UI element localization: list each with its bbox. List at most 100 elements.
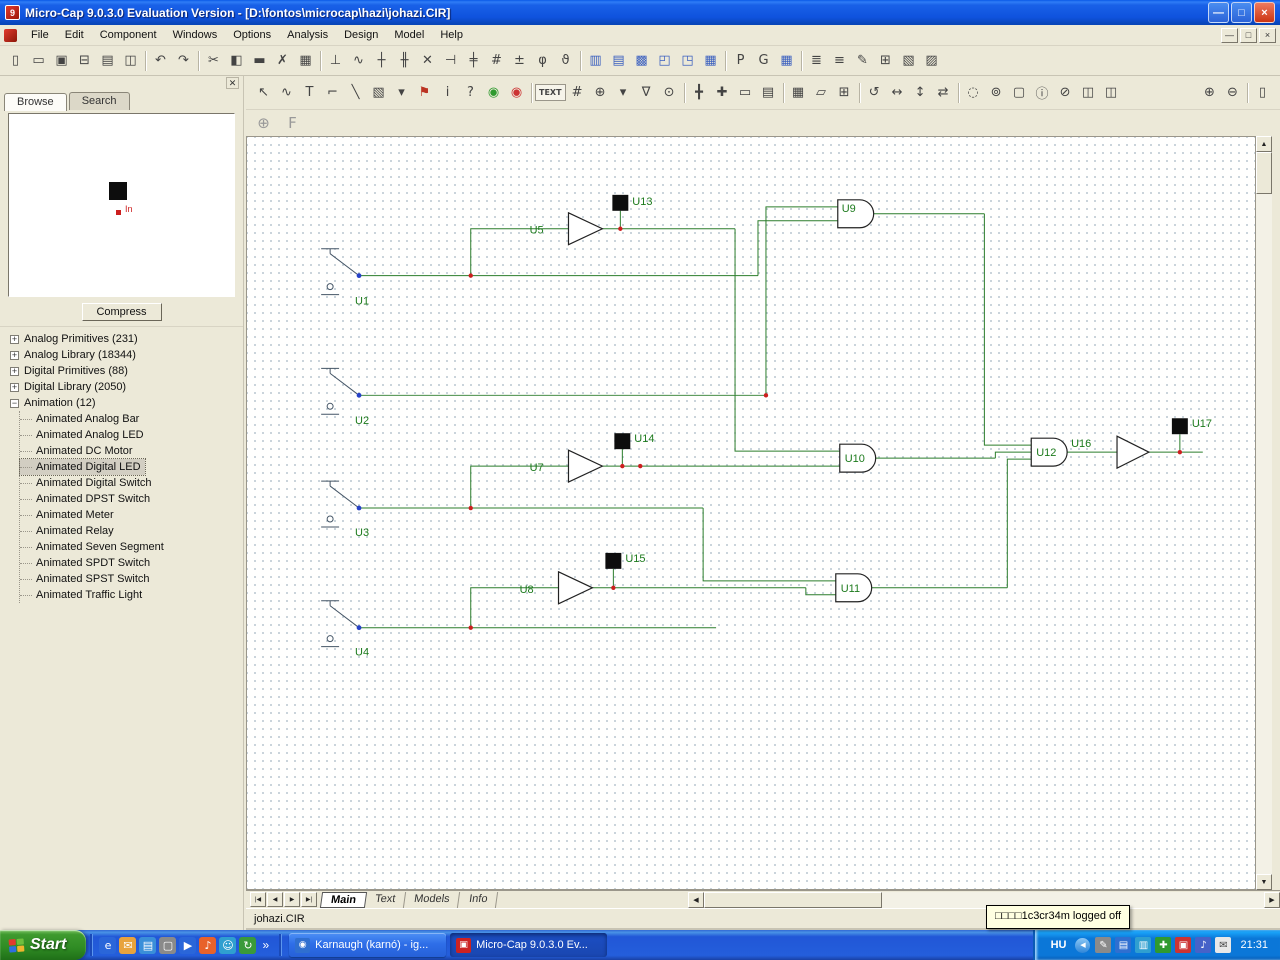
mail-icon[interactable]: ✉ [119,936,137,954]
expand-box-icon[interactable]: + [10,382,19,392]
sine-source-mode[interactable]: ∿ [347,49,370,72]
child-close-button[interactable]: × [1259,27,1276,43]
menu-component[interactable]: Component [92,27,165,43]
vertical-scroll-thumb[interactable] [1256,152,1272,194]
zoom-in[interactable]: ⊕ [1198,81,1221,104]
component-list[interactable]: ≣ [805,49,828,72]
save-file[interactable]: ▣ [50,49,73,72]
text-visibility[interactable]: TEXT [535,84,566,101]
title-block[interactable]: ▤ [757,81,780,104]
tree-item-animated-analog-bar[interactable]: Animated Analog Bar [20,411,243,427]
text-mode[interactable]: T [298,81,321,104]
compress-button[interactable]: Compress [81,302,162,321]
page-tab-main[interactable]: Main [319,891,368,908]
ref-label-u4[interactable]: U4 [355,647,369,659]
tree-node-digital-primitives-88-[interactable]: + Digital Primitives (88) [6,363,243,379]
power-display[interactable]: ∇ [635,81,658,104]
ref-label-u7[interactable]: U7 [530,462,544,474]
open-file[interactable]: ▭ [27,49,50,72]
expand-box-icon[interactable]: + [10,334,19,344]
current-display[interactable]: ▾ [612,81,635,104]
winamp-icon[interactable]: ♪ [199,936,217,954]
probe-tip-mode[interactable]: ⊣ [439,49,462,72]
tab-browse[interactable]: Browse [4,93,67,111]
diagonal-wire-mode[interactable]: ╲ [344,81,367,104]
ref-label-u13[interactable]: U13 [632,196,652,208]
cut[interactable]: ✂ [202,49,225,72]
tray-volume-icon[interactable]: ♪ [1195,937,1212,953]
explorer-icon[interactable]: ▢ [159,936,177,954]
tree-node-digital-library-2050-[interactable]: + Digital Library (2050) [6,379,243,395]
paste[interactable]: ▬ [248,49,271,72]
horizontal-scrollbar[interactable]: ◀ ▶ [688,891,1280,908]
query-node-mode[interactable]: ϑ [554,49,577,72]
point-to-end-paths[interactable]: ◉ [482,81,505,104]
ref-label-u9[interactable]: U9 [842,203,856,215]
ref-label-u16[interactable]: U16 [1071,438,1091,450]
tree-item-animated-relay[interactable]: Animated Relay [20,523,243,539]
tree-item-animated-spdt-switch[interactable]: Animated SPDT Switch [20,555,243,571]
quick-launch-overflow[interactable]: » [259,938,272,952]
new-file[interactable]: ▯ [4,49,27,72]
menu-file[interactable]: File [23,27,57,43]
component-mode[interactable]: ∿ [275,81,298,104]
tile-horizontal[interactable]: ▤ [607,49,630,72]
print-preview[interactable]: ◫ [119,49,142,72]
switch-u4[interactable] [321,600,360,648]
node-numbers[interactable]: # [566,81,589,104]
crossover-mode[interactable]: ╫ [393,49,416,72]
print[interactable]: ▤ [96,49,119,72]
child-minimize-button[interactable]: — [1221,27,1238,43]
zoom-out[interactable]: ⊖ [1221,81,1244,104]
delete[interactable]: ✗ [271,49,294,72]
page-nav-next[interactable]: ▶ [284,892,300,907]
attribute-display-1[interactable]: ▧ [897,49,920,72]
messenger-icon[interactable]: ☺ [219,936,237,954]
flag-mode[interactable]: ⚑ [413,81,436,104]
clock[interactable]: 21:31 [1240,939,1268,951]
copy-page[interactable]: ◫ [1100,81,1123,104]
ref-label-u10[interactable]: U10 [845,453,865,465]
led-indicators[interactable] [605,194,1188,569]
expand-box-icon[interactable]: + [10,366,19,376]
rotate-mode[interactable]: ↺ [863,81,886,104]
close-button[interactable]: × [1254,2,1275,23]
menu-help[interactable]: Help [432,27,471,43]
window-grid[interactable]: ▦ [699,49,722,72]
probe-p-button[interactable]: P [729,49,752,72]
tree-item-animated-seven-segment[interactable]: Animated Seven Segment [20,539,243,555]
properties[interactable]: ⊞ [833,81,856,104]
menu-edit[interactable]: Edit [57,27,92,43]
ref-label-u8[interactable]: U8 [520,584,534,596]
child-restore-button[interactable]: □ [1240,27,1257,43]
horizontal-scroll-thumb[interactable] [704,891,882,908]
page-tab-models[interactable]: Models [404,891,461,908]
tree-item-animated-dpst-switch[interactable]: Animated DPST Switch [20,491,243,507]
wire-junction-mode[interactable]: ┼ [370,49,393,72]
menu-design[interactable]: Design [336,27,386,43]
info-mode[interactable]: i [436,81,459,104]
cascade-windows[interactable]: ▩ [630,49,653,72]
scroll-down-icon[interactable]: ▼ [1256,874,1272,890]
tree-item-animated-digital-switch[interactable]: Animated Digital Switch [20,475,243,491]
find[interactable]: ◌ [962,81,985,104]
maximize-button[interactable]: □ [1231,2,1252,23]
ref-label-u17[interactable]: U17 [1192,418,1212,430]
graphics-mode[interactable]: ▧ [367,81,390,104]
pin-connections[interactable]: ╋ [688,81,711,104]
horizontal-scroll-track[interactable] [704,891,1264,908]
tab-search[interactable]: Search [68,92,130,110]
collapse-box-icon[interactable]: − [10,398,19,408]
step-mode[interactable]: ⇄ [932,81,955,104]
go-g-button[interactable]: G [752,49,775,72]
redo[interactable]: ↷ [172,49,195,72]
grid-button[interactable]: ▦ [775,49,798,72]
save-all[interactable]: ⊟ [73,49,96,72]
ref-label-u12[interactable]: U12 [1036,447,1056,459]
scroll-right-icon[interactable]: ▶ [1264,891,1280,908]
fence-mode[interactable]: ╪ [462,49,485,72]
tree-item-animated-analog-led[interactable]: Animated Analog LED [20,427,243,443]
wire-mode[interactable]: ⌐ [321,81,344,104]
page-nav-first[interactable]: |◀ [250,892,266,907]
ref-label-u1[interactable]: U1 [355,296,369,308]
